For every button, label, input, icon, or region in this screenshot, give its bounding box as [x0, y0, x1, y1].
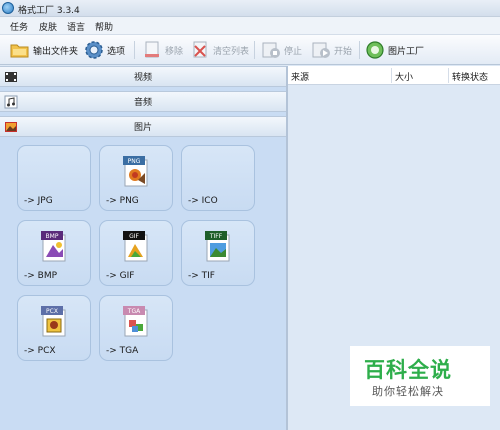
clear-list-icon	[190, 40, 210, 60]
title-bar: 格式工厂 3.3.4	[0, 0, 500, 17]
menu-skin[interactable]: 皮肤	[39, 20, 57, 33]
column-source[interactable]: 来源	[291, 70, 309, 83]
menu-task[interactable]: 任务	[10, 20, 28, 33]
picture-factory-button[interactable]: 图片工厂	[365, 39, 424, 61]
picture-factory-label: 图片工厂	[388, 46, 425, 57]
pcx-file-icon: PCX	[41, 306, 69, 338]
png-file-icon: PNG	[123, 156, 151, 188]
column-status[interactable]: 转换状态	[452, 70, 488, 83]
format-bmp-label: -> BMP	[24, 271, 58, 281]
film-icon	[4, 70, 18, 84]
section-audio-label: 音频	[133, 98, 152, 108]
format-jpg-label: -> JPG	[24, 196, 53, 206]
format-bmp-tile[interactable]: BMP -> BMP	[17, 220, 91, 286]
remove-icon	[142, 40, 162, 60]
picture-icon	[4, 120, 18, 134]
tga-file-icon: TGA	[123, 306, 151, 338]
remove-button[interactable]: 移除	[142, 39, 183, 61]
clear-list-button[interactable]: 清空列表	[190, 39, 249, 61]
column-size[interactable]: 大小	[395, 70, 413, 83]
start-icon	[311, 40, 331, 60]
stop-label: 停止	[284, 46, 303, 57]
section-picture[interactable]: 图片	[0, 116, 286, 137]
music-note-icon	[4, 95, 18, 109]
watermark-title: 百科全说	[364, 358, 452, 382]
svg-text:TIFF: TIFF	[209, 233, 223, 240]
format-ico-label: -> ICO	[188, 196, 218, 206]
format-gif-tile[interactable]: GIF -> GIF	[99, 220, 173, 286]
gear-icon	[84, 40, 104, 60]
watermark-logo: 百科全说 助你轻松解决	[350, 346, 490, 406]
svg-text:TGA: TGA	[127, 308, 141, 315]
stop-button[interactable]: 停止	[261, 39, 302, 61]
section-audio[interactable]: 音频	[0, 91, 286, 112]
toolbar-separator	[359, 41, 360, 59]
svg-text:GIF: GIF	[129, 233, 139, 240]
section-video[interactable]: 视频	[0, 66, 286, 87]
clear-list-label: 清空列表	[213, 46, 250, 57]
svg-text:PNG: PNG	[128, 158, 141, 165]
svg-text:PCX: PCX	[46, 308, 58, 315]
format-tga-tile[interactable]: TGA -> TGA	[99, 295, 173, 361]
format-tif-tile[interactable]: TIFF -> TIF	[181, 220, 255, 286]
toolbar-separator	[254, 41, 255, 59]
gif-file-icon: GIF	[123, 231, 151, 263]
start-label: 开始	[334, 46, 353, 57]
column-divider[interactable]	[448, 68, 449, 83]
toolbar-separator	[134, 41, 135, 59]
app-icon	[2, 2, 14, 14]
format-ico-tile[interactable]: -> ICO	[181, 145, 255, 211]
options-label: 选项	[107, 46, 126, 57]
menu-bar: 任务 皮肤 语言 帮助	[0, 17, 500, 35]
format-png-label: -> PNG	[106, 196, 139, 206]
output-folder-label: 输出文件夹	[33, 46, 79, 57]
format-gif-label: -> GIF	[106, 271, 135, 281]
section-video-label: 视频	[133, 73, 152, 83]
task-list-header: 来源 大小 转换状态	[288, 66, 500, 85]
category-panel: 视频 音频 图片 -> JPG PNG -> PNG -> ICO BMP ->…	[0, 66, 286, 430]
options-button[interactable]: 选项	[84, 39, 125, 61]
remove-label: 移除	[165, 46, 184, 57]
window-title: 格式工厂 3.3.4	[18, 6, 80, 16]
start-button[interactable]: 开始	[311, 39, 352, 61]
toolbar: 输出文件夹 选项 移除 清空列表 停止 开始 图片工厂	[0, 35, 500, 65]
column-divider[interactable]	[391, 68, 392, 83]
tiff-file-icon: TIFF	[205, 231, 233, 263]
format-tga-label: -> TGA	[106, 346, 139, 356]
folder-icon	[10, 40, 30, 60]
section-picture-label: 图片	[133, 123, 152, 133]
bmp-file-icon: BMP	[41, 231, 69, 263]
format-pcx-label: -> PCX	[24, 346, 56, 356]
picture-factory-icon	[365, 40, 385, 60]
format-jpg-tile[interactable]: -> JPG	[17, 145, 91, 211]
svg-text:BMP: BMP	[46, 233, 59, 240]
stop-icon	[261, 40, 281, 60]
watermark-subtitle: 助你轻松解决	[372, 385, 444, 398]
menu-language[interactable]: 语言	[67, 20, 85, 33]
format-tif-label: -> TIF	[188, 271, 215, 281]
output-folder-button[interactable]: 输出文件夹	[10, 39, 78, 61]
menu-help[interactable]: 帮助	[95, 20, 113, 33]
format-png-tile[interactable]: PNG -> PNG	[99, 145, 173, 211]
format-pcx-tile[interactable]: PCX -> PCX	[17, 295, 91, 361]
